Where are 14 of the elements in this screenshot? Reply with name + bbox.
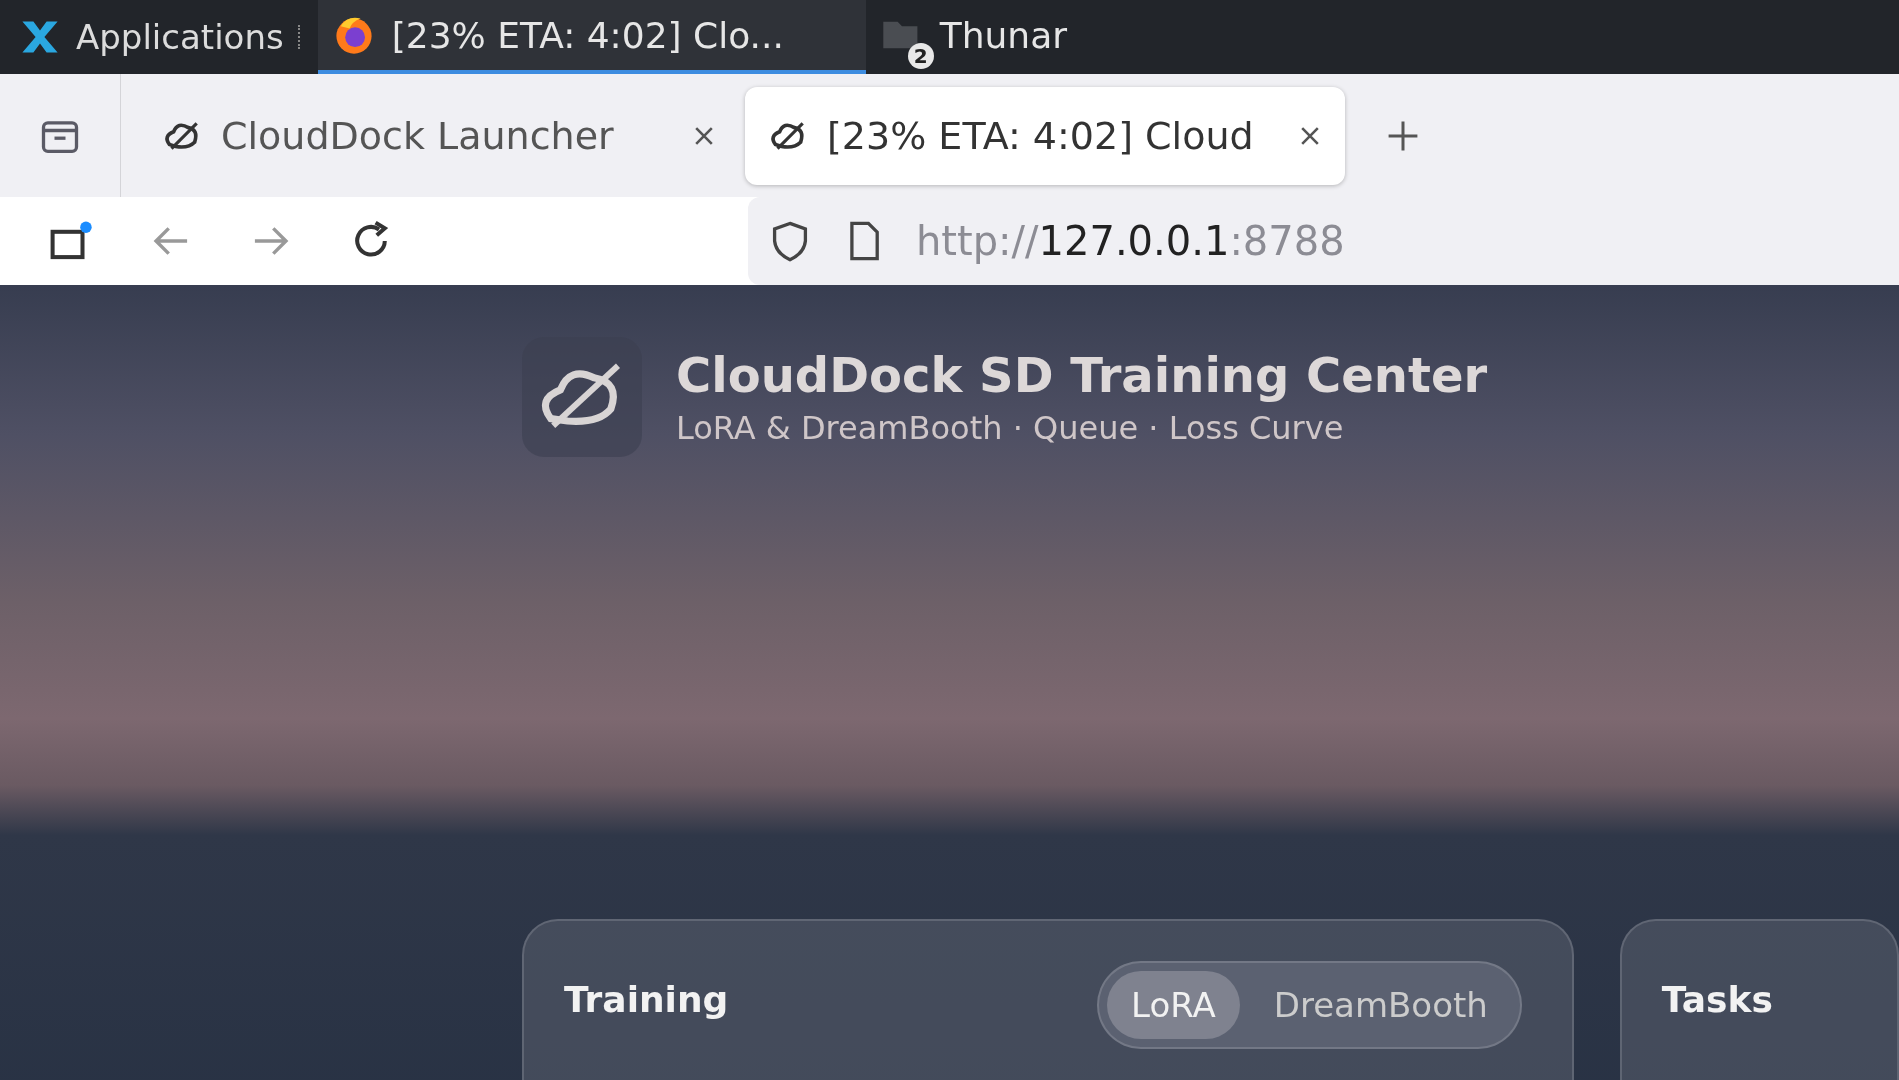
- page-subtitle: LoRA & DreamBooth · Queue · Loss Curve: [676, 409, 1345, 447]
- taskbar-window-button[interactable]: 2 Thunar: [865, 0, 1081, 74]
- browser-tab[interactable]: CloudDock Launcher: [139, 86, 739, 185]
- window-count-badge: 2: [907, 43, 934, 69]
- card-title: Training: [564, 979, 729, 1020]
- url-text: http://127.0.0.1:8788: [916, 218, 1345, 264]
- page-title: CloudDock SD Training Center: [676, 347, 1488, 403]
- applications-menu-button[interactable]: Applications: [18, 15, 294, 59]
- browser-tab[interactable]: [23% ETA: 4:02] Cloud: [745, 86, 1345, 185]
- address-bar[interactable]: http://127.0.0.1:8788: [748, 197, 1899, 285]
- taskbar-window-button[interactable]: [23% ETA: 4:02] Clo...: [317, 0, 866, 74]
- cloud-logo-icon: [522, 337, 642, 457]
- card-title: Tasks: [1661, 979, 1773, 1020]
- mode-option[interactable]: DreamBooth: [1249, 971, 1512, 1039]
